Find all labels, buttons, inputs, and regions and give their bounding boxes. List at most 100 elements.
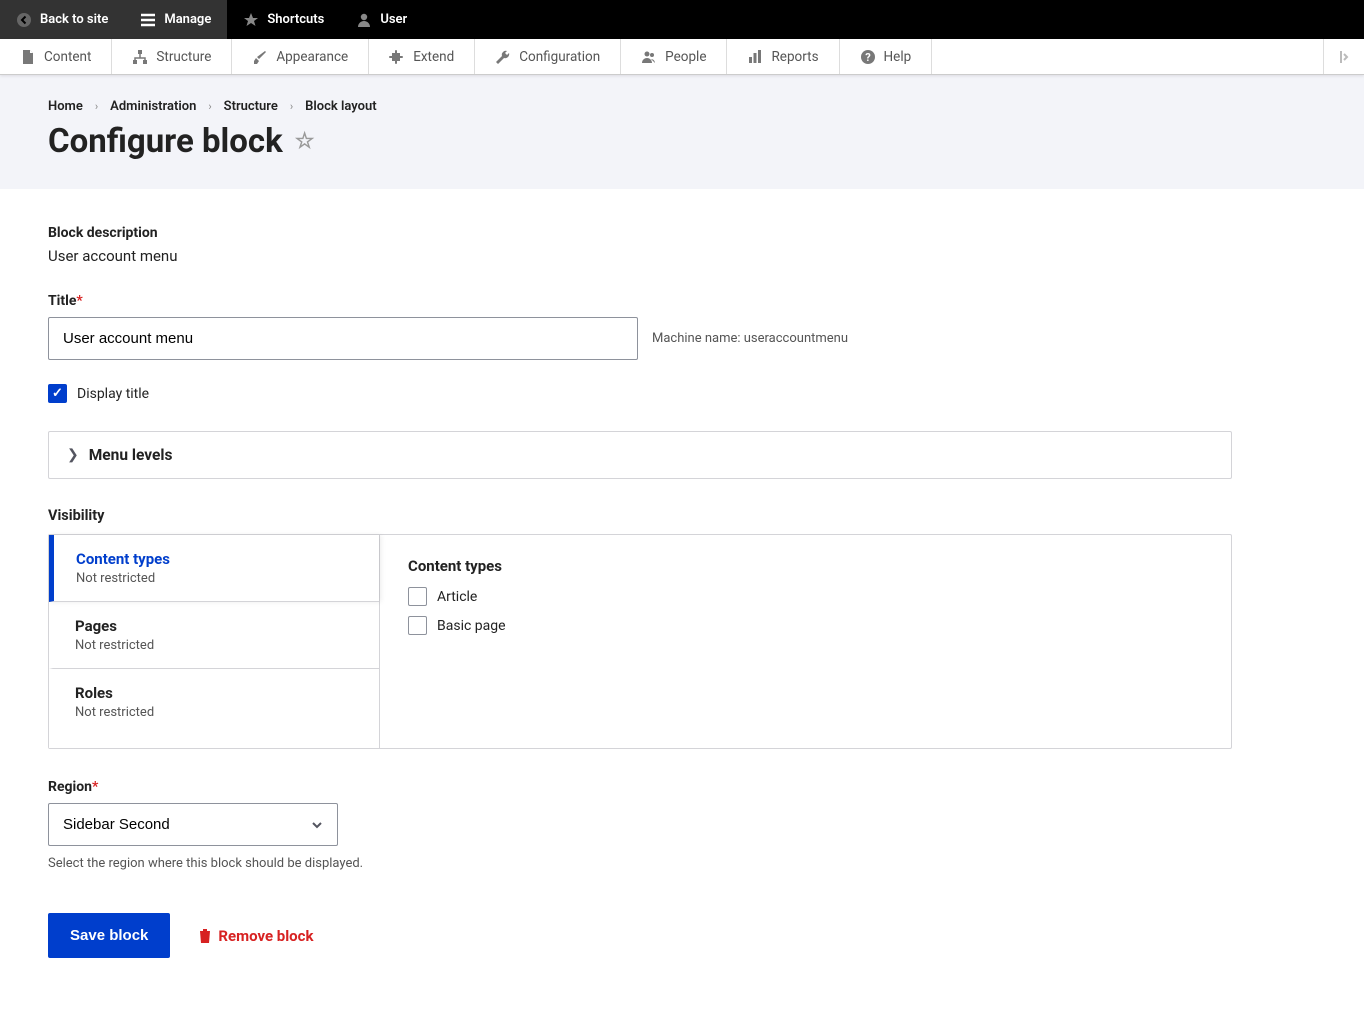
- admin-nav-label: Extend: [413, 49, 454, 65]
- breadcrumb-link[interactable]: Structure: [224, 99, 278, 114]
- arrow-left-circle-icon: [16, 12, 32, 28]
- visibility-tabs: Content types Not restricted Pages Not r…: [48, 534, 1232, 749]
- admin-nav-label: People: [665, 49, 706, 65]
- user-link[interactable]: User: [340, 0, 423, 39]
- toolbar-admin: Content Structure Appearance Extend Conf…: [0, 39, 1364, 75]
- help-icon: ?: [860, 49, 876, 65]
- chevron-right-icon: ›: [290, 100, 293, 113]
- puzzle-icon: [389, 49, 405, 65]
- admin-nav-content[interactable]: Content: [0, 39, 112, 74]
- admin-nav-appearance[interactable]: Appearance: [232, 39, 369, 74]
- file-icon: [20, 49, 36, 65]
- remove-block-link[interactable]: Remove block: [198, 927, 313, 945]
- trash-icon: [198, 928, 212, 944]
- breadcrumb-link[interactable]: Block layout: [305, 99, 376, 114]
- paintbrush-icon: [252, 49, 268, 65]
- remove-block-label: Remove block: [218, 927, 313, 945]
- manage-toggle[interactable]: Manage: [124, 0, 227, 39]
- vtab-name: Content types: [76, 550, 357, 568]
- title-label: Title*: [48, 293, 1232, 309]
- option-label: Basic page: [437, 618, 506, 634]
- region-help-text: Select the region where this block shoul…: [48, 856, 1232, 871]
- article-checkbox[interactable]: [408, 587, 427, 606]
- vtab-pages[interactable]: Pages Not restricted: [49, 602, 379, 669]
- region-section: Region* Sidebar Second Select the region…: [48, 779, 1232, 871]
- admin-nav-help[interactable]: ? Help: [840, 39, 933, 74]
- shortcuts-link[interactable]: Shortcuts: [227, 0, 340, 39]
- shortcut-star-toggle[interactable]: ☆: [295, 129, 315, 154]
- content-type-option: Basic page: [408, 616, 1203, 635]
- display-title-label: Display title: [77, 386, 149, 402]
- block-description-section: Block description User account menu: [48, 225, 1232, 265]
- title-section: Title* Machine name: useraccountmenu ✓ D…: [48, 293, 1232, 403]
- vtab-roles[interactable]: Roles Not restricted: [49, 669, 379, 735]
- hierarchy-icon: [132, 49, 148, 65]
- required-marker: *: [92, 779, 98, 795]
- svg-text:?: ?: [865, 51, 871, 64]
- shortcuts-label: Shortcuts: [267, 12, 324, 27]
- back-to-site-label: Back to site: [40, 12, 108, 27]
- vtab-content-types[interactable]: Content types Not restricted: [49, 535, 379, 602]
- admin-nav-reports[interactable]: Reports: [727, 39, 839, 74]
- region-label-text: Region: [48, 779, 92, 795]
- block-description-value: User account menu: [48, 247, 1232, 265]
- bar-chart-icon: [747, 49, 763, 65]
- toolbar-orientation-toggle[interactable]: [1323, 39, 1364, 74]
- admin-nav-label: Appearance: [276, 49, 348, 65]
- basic-page-checkbox[interactable]: [408, 616, 427, 635]
- admin-nav-label: Configuration: [519, 49, 600, 65]
- admin-nav-label: Help: [884, 49, 912, 65]
- vtab-summary: Not restricted: [75, 705, 357, 720]
- page-title-text: Configure block: [48, 122, 283, 161]
- region-header: Home › Administration › Structure › Bloc…: [0, 75, 1364, 189]
- content-type-option: Article: [408, 587, 1203, 606]
- required-marker: *: [76, 293, 82, 309]
- breadcrumb-link[interactable]: Home: [48, 99, 83, 114]
- option-label: Article: [437, 589, 477, 605]
- block-description-label: Block description: [48, 225, 1232, 241]
- admin-nav-structure[interactable]: Structure: [112, 39, 232, 74]
- display-title-row: ✓ Display title: [48, 384, 1232, 403]
- people-icon: [641, 49, 657, 65]
- vtabs-pane: Content types Article Basic page: [379, 535, 1231, 748]
- visibility-label: Visibility: [48, 507, 1232, 524]
- save-button[interactable]: Save block: [48, 913, 170, 958]
- chevron-right-icon: ›: [95, 100, 98, 113]
- menu-levels-label: Menu levels: [89, 446, 173, 464]
- vtab-name: Roles: [75, 684, 357, 702]
- admin-nav-extend[interactable]: Extend: [369, 39, 475, 74]
- display-title-checkbox[interactable]: ✓: [48, 384, 67, 403]
- vtab-summary: Not restricted: [76, 571, 357, 586]
- hamburger-icon: [140, 12, 156, 28]
- user-icon: [356, 12, 372, 28]
- manage-label: Manage: [164, 12, 211, 27]
- breadcrumb: Home › Administration › Structure › Bloc…: [48, 99, 1316, 114]
- admin-nav-configuration[interactable]: Configuration: [475, 39, 621, 74]
- title-label-text: Title: [48, 293, 76, 309]
- toolbar-top: Back to site Manage Shortcuts User: [0, 0, 1364, 39]
- star-icon: [243, 12, 259, 28]
- vtab-name: Pages: [75, 617, 357, 635]
- chevron-right-icon: ❯: [67, 447, 79, 463]
- pane-title: Content types: [408, 557, 1203, 575]
- orientation-icon: [1336, 49, 1352, 65]
- user-label: User: [380, 12, 407, 27]
- admin-nav-label: Reports: [771, 49, 818, 65]
- menu-levels-details[interactable]: ❯ Menu levels: [48, 431, 1232, 479]
- back-to-site-link[interactable]: Back to site: [0, 0, 124, 39]
- wrench-icon: [495, 49, 511, 65]
- breadcrumb-link[interactable]: Administration: [110, 99, 196, 114]
- main-content: Block description User account menu Titl…: [0, 189, 1280, 1018]
- vtab-summary: Not restricted: [75, 638, 357, 653]
- region-label: Region*: [48, 779, 1232, 795]
- region-select[interactable]: Sidebar Second: [48, 803, 338, 846]
- chevron-right-icon: ›: [208, 100, 211, 113]
- admin-nav-label: Content: [44, 49, 91, 65]
- vtabs-menu: Content types Not restricted Pages Not r…: [49, 535, 379, 748]
- form-actions: Save block Remove block: [48, 913, 1232, 958]
- machine-name-label: Machine name: useraccountmenu: [652, 331, 848, 346]
- admin-nav-people[interactable]: People: [621, 39, 727, 74]
- title-input[interactable]: [48, 317, 638, 360]
- admin-nav-label: Structure: [156, 49, 211, 65]
- page-title: Configure block ☆: [48, 122, 1316, 161]
